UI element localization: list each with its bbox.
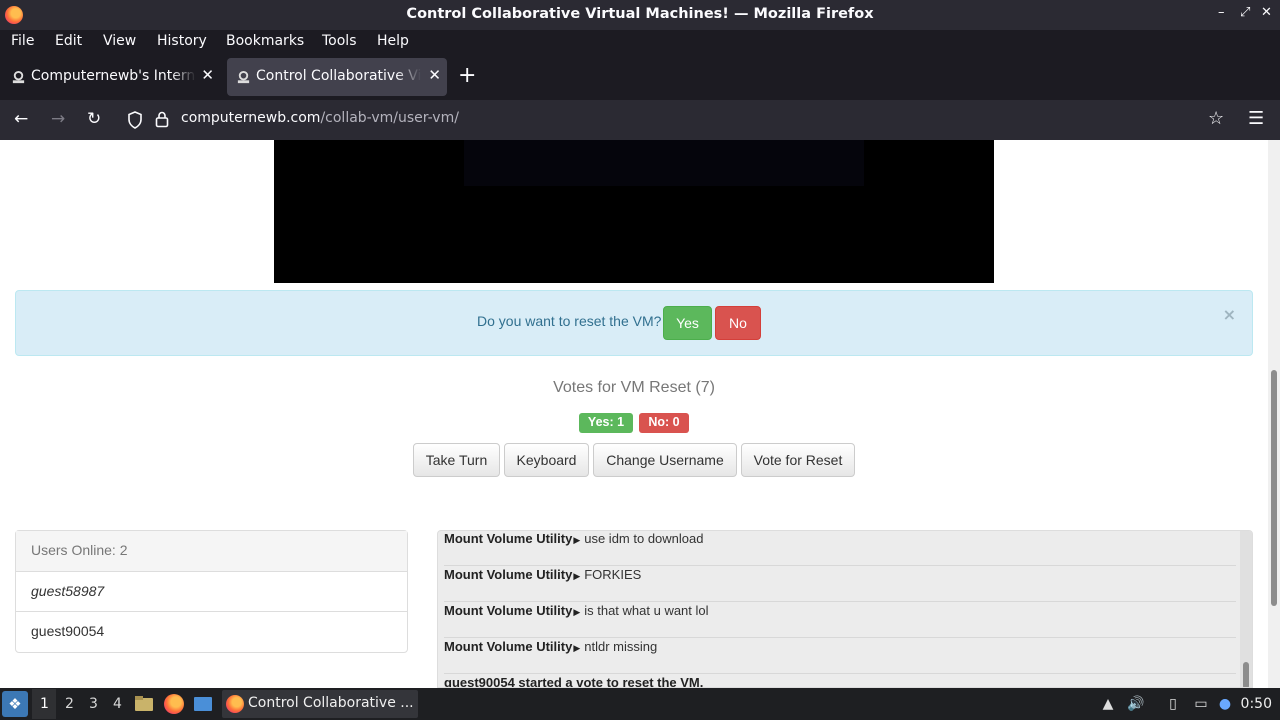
close-tab-icon[interactable]: ✕ xyxy=(428,66,441,84)
clipboard-icon[interactable]: ▯ xyxy=(1164,695,1182,713)
forward-arrow-icon[interactable]: → xyxy=(51,108,65,130)
lock-icon[interactable] xyxy=(155,110,169,128)
chat-message: Mount Volume Utility▶ use idm to download xyxy=(444,531,1236,566)
taskbar-window-button[interactable]: Control Collaborative ... xyxy=(222,690,418,718)
chat-text: FORKIES xyxy=(584,567,642,582)
window-title: Control Collaborative Virtual Machines! … xyxy=(406,6,874,22)
volume-icon[interactable]: 🔊 xyxy=(1127,695,1145,713)
url-path: /collab-vm/user-vm/ xyxy=(320,110,459,126)
vm-display[interactable] xyxy=(274,140,994,283)
votes-title: Votes for VM Reset (7) xyxy=(553,379,715,396)
chat-message: Mount Volume Utility▶ FORKIES xyxy=(444,566,1236,602)
vote-yes-button[interactable]: Yes xyxy=(663,306,712,340)
chat-text: use idm to download xyxy=(584,531,704,546)
chat-arrow-icon: ▶ xyxy=(573,643,581,653)
bookmark-star-icon[interactable]: ☆ xyxy=(1208,108,1224,130)
chat-scrollbar[interactable] xyxy=(1240,531,1252,687)
change-username-button[interactable]: Change Username xyxy=(593,443,737,477)
tab-label: Computernewb's Internet xyxy=(31,68,196,84)
menu-bookmarks[interactable]: Bookmarks xyxy=(226,33,304,49)
site-favicon-icon xyxy=(237,70,250,84)
chat-username: Mount Volume Utility xyxy=(444,567,573,582)
hamburger-menu-icon[interactable]: ☰ xyxy=(1248,108,1264,130)
no-votes-badge: No: 0 xyxy=(639,413,689,433)
reset-question: Do you want to reset the VM? xyxy=(477,313,662,329)
shield-icon[interactable] xyxy=(127,111,143,129)
close-window-button[interactable]: ✕ xyxy=(1261,5,1272,20)
tab-label: Control Collaborative Virtual Machines! xyxy=(256,68,421,84)
back-arrow-icon[interactable]: ← xyxy=(14,108,28,130)
chat-arrow-icon: ▶ xyxy=(573,571,581,581)
keyboard-button[interactable]: Keyboard xyxy=(504,443,589,477)
window-titlebar: Control Collaborative Virtual Machines! … xyxy=(0,0,1280,30)
menu-help[interactable]: Help xyxy=(377,33,409,49)
user-list-item[interactable]: guest58987 xyxy=(16,572,407,612)
users-online-panel: Users Online: 2 guest58987 guest90054 xyxy=(15,530,408,653)
close-tab-icon[interactable]: ✕ xyxy=(201,66,214,84)
page-scrollbar[interactable] xyxy=(1268,140,1280,688)
taskbar-window-label: Control Collaborative ... xyxy=(248,695,414,711)
network-icon[interactable]: ▭ xyxy=(1192,695,1210,713)
page-content: Do you want to reset the VM? Yes No × Vo… xyxy=(0,140,1280,688)
chat-username: Mount Volume Utility xyxy=(444,531,573,546)
chat-arrow-icon: ▶ xyxy=(573,607,581,617)
tab-collab-vm[interactable]: Control Collaborative Virtual Machines! … xyxy=(227,58,447,96)
chat-system-message: guest90054 started a vote to reset the V… xyxy=(444,674,1236,688)
new-tab-button[interactable]: + xyxy=(458,62,476,90)
users-online-header: Users Online: 2 xyxy=(16,531,407,572)
menu-view[interactable]: View xyxy=(103,33,136,49)
menu-tools[interactable]: Tools xyxy=(322,33,357,49)
chat-panel: Mount Volume Utility▶ use idm to download… xyxy=(437,530,1253,688)
minimize-button[interactable]: – xyxy=(1218,5,1225,20)
workspace-4[interactable]: 4 xyxy=(113,696,122,712)
vote-no-button[interactable]: No xyxy=(715,306,761,340)
workspace-1[interactable]: 1 xyxy=(40,696,49,712)
user-list-item[interactable]: guest90054 xyxy=(16,612,407,652)
reset-vote-alert: Do you want to reset the VM? Yes No × xyxy=(15,290,1253,356)
reload-icon[interactable]: ↻ xyxy=(87,108,101,130)
chat-message: Mount Volume Utility▶ is that what u want… xyxy=(444,602,1236,638)
chat-username: Mount Volume Utility xyxy=(444,639,573,654)
firefox-icon xyxy=(226,695,244,713)
yes-votes-badge: Yes: 1 xyxy=(579,413,633,433)
workspace-3[interactable]: 3 xyxy=(89,696,98,712)
chat-message: Mount Volume Utility▶ ntldr missing xyxy=(444,638,1236,674)
take-turn-button[interactable]: Take Turn xyxy=(413,443,500,477)
site-favicon-icon xyxy=(12,70,25,84)
menu-file[interactable]: File xyxy=(11,33,34,49)
chat-text: is that what u want lol xyxy=(584,603,709,618)
tray-menu-icon[interactable]: ▲ xyxy=(1099,695,1117,713)
menu-edit[interactable]: Edit xyxy=(55,33,82,49)
start-menu-icon[interactable]: ❖ xyxy=(2,691,28,717)
maximize-button[interactable]: ⤢ xyxy=(1240,5,1250,20)
tab-computernewb[interactable]: Computernewb's Internet ✕ xyxy=(2,58,220,96)
chat-system-text: guest90054 started a vote to reset the V… xyxy=(444,675,704,688)
url-domain: computernewb.com xyxy=(181,110,321,126)
close-alert-icon[interactable]: × xyxy=(1223,305,1236,324)
chat-arrow-icon: ▶ xyxy=(573,535,581,545)
clock: 0:50 xyxy=(1240,696,1272,712)
navigation-bar: ← → ↻ computernewb.com/collab-vm/user-vm… xyxy=(0,100,1280,140)
tab-bar: Computernewb's Internet ✕ Control Collab… xyxy=(0,54,1280,100)
menu-bar: File Edit View History Bookmarks Tools H… xyxy=(0,30,1280,54)
chat-username: Mount Volume Utility xyxy=(444,603,573,618)
taskbar: ❖ 1 2 3 4 Control Collaborative ... ▲ 🔊 … xyxy=(0,688,1280,720)
chat-text: ntldr missing xyxy=(584,639,658,654)
file-manager-icon[interactable] xyxy=(134,694,154,714)
url-bar[interactable]: computernewb.com/collab-vm/user-vm/ xyxy=(181,110,459,126)
menu-history[interactable]: History xyxy=(157,33,207,49)
firefox-launcher-icon[interactable] xyxy=(164,694,184,714)
vote-for-reset-button[interactable]: Vote for Reset xyxy=(741,443,855,477)
workspace-2[interactable]: 2 xyxy=(65,696,74,712)
notification-icon[interactable]: ● xyxy=(1216,695,1234,713)
desktop-icon[interactable] xyxy=(193,694,213,714)
